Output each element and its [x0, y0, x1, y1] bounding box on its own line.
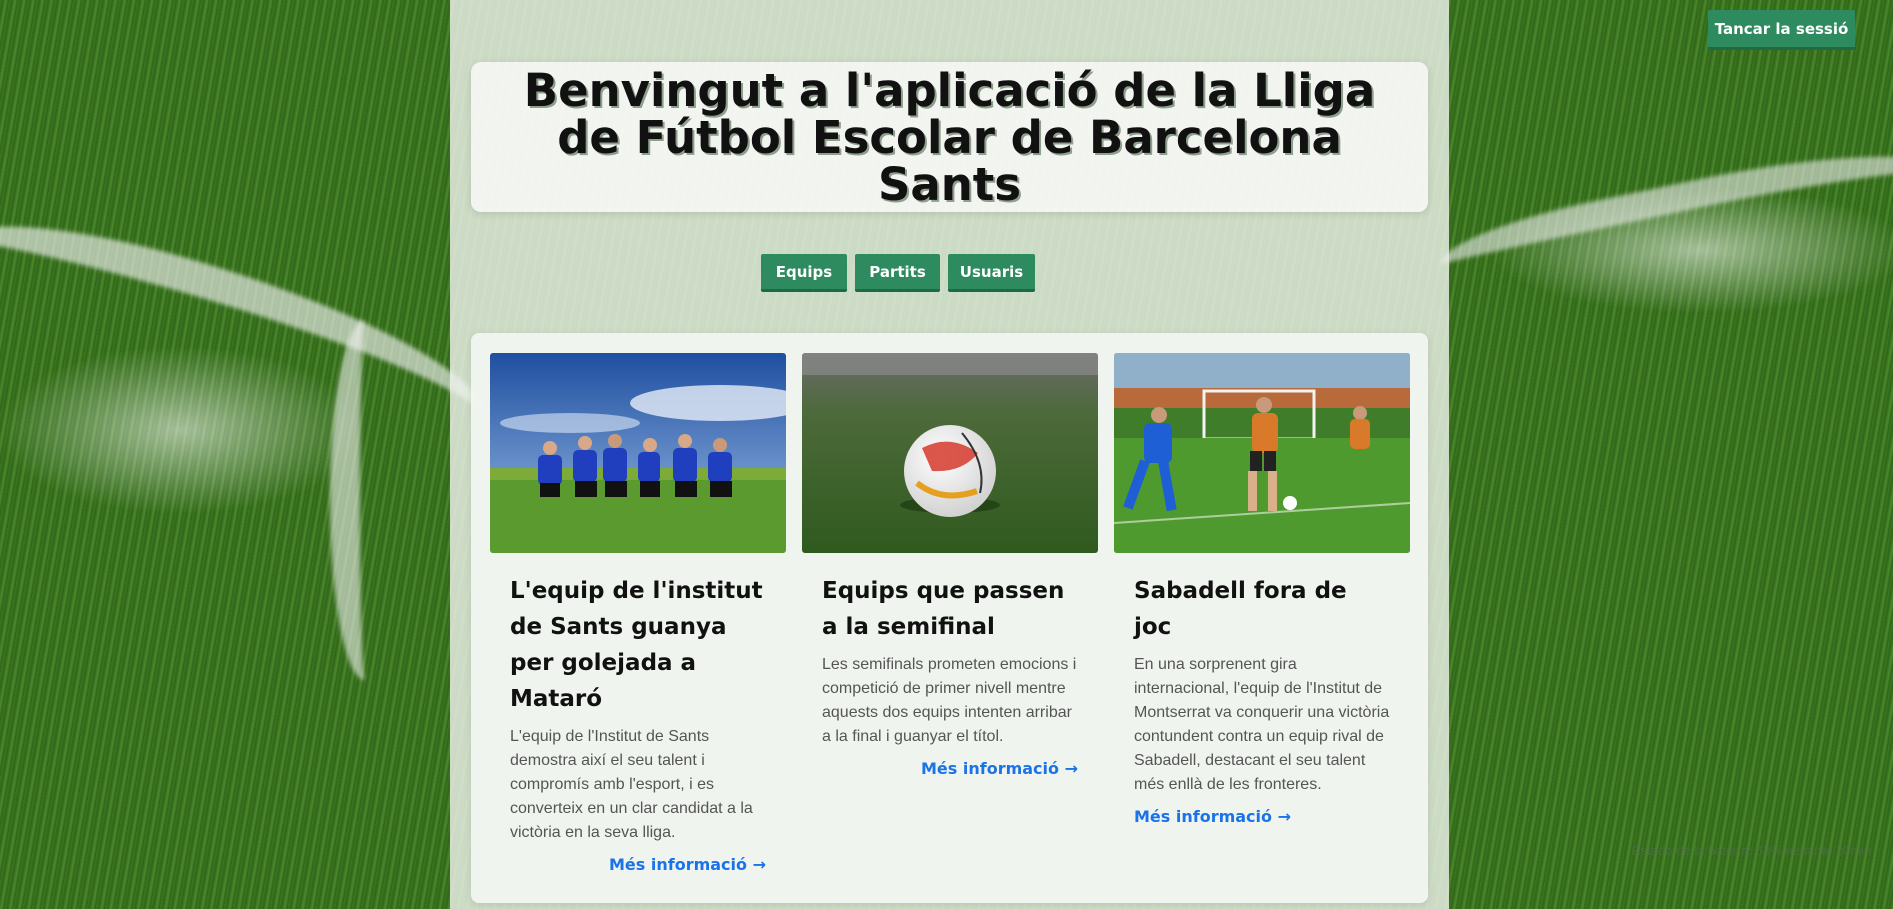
- match-action-image: [1114, 353, 1410, 553]
- news-card: Equips que passen a la semifinal Les sem…: [802, 353, 1098, 778]
- more-info-link[interactable]: Més informació →: [1134, 807, 1390, 826]
- logout-button[interactable]: Tancar la sessió: [1708, 10, 1855, 50]
- news-card-text: Les semifinals prometen emocions i compe…: [822, 656, 1077, 745]
- more-info-link[interactable]: Més informació →: [822, 759, 1078, 778]
- nav-partits-button[interactable]: Partits: [855, 254, 940, 292]
- team-huddle-image: [490, 353, 786, 553]
- battery-status: Estado de la batería: 63% restante 20min: [1632, 843, 1872, 858]
- news-card-text: L'equip de l'Institut de Sants demostra …: [510, 728, 753, 841]
- nav-equips-button[interactable]: Equips: [761, 254, 847, 292]
- pitch-line: [1435, 127, 1893, 331]
- news-card-text: En una sorprenent gira internacional, l'…: [1134, 656, 1390, 793]
- news-card-title: Equips que passen a la semifinal: [822, 578, 1065, 640]
- page-title: Benvingut a l'aplicació de la Lliga de F…: [523, 63, 1376, 211]
- pitch-line: [0, 195, 507, 469]
- news-card-title: L'equip de l'institut de Sants guanya pe…: [510, 578, 763, 712]
- header-card: Benvingut a l'aplicació de la Lliga de F…: [471, 62, 1428, 212]
- more-info-link[interactable]: Més informació →: [510, 855, 766, 874]
- football-ball-image: [802, 353, 1098, 553]
- news-card: L'equip de l'institut de Sants guanya pe…: [490, 353, 786, 874]
- news-card: Sabadell fora de joc En una sorprenent g…: [1114, 353, 1410, 826]
- news-card-title: Sabadell fora de joc: [1134, 578, 1347, 640]
- pitch-line: [330, 320, 400, 680]
- main-nav: Equips Partits Usuaris: [0, 254, 1893, 294]
- nav-usuaris-button[interactable]: Usuaris: [948, 254, 1035, 292]
